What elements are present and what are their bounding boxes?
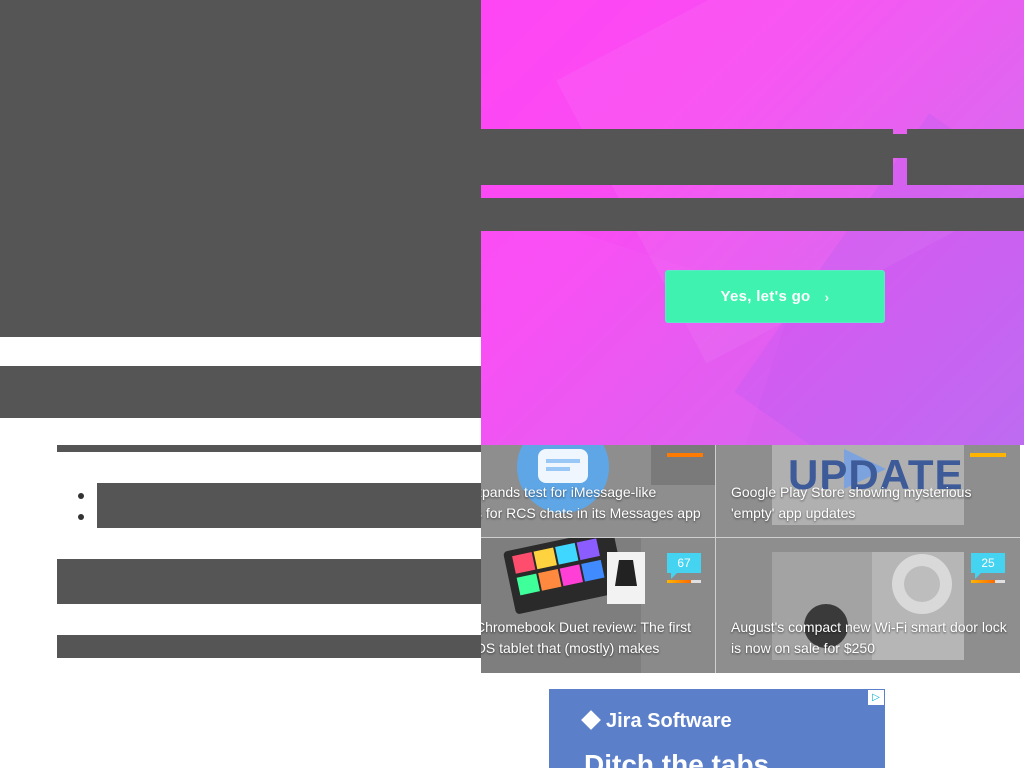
promo-banner: Yes, let's go › [481,0,1024,445]
ad-headline: Ditch the tabs [584,749,770,768]
cta-label: Yes, let's go [720,288,811,305]
article-title: xpands test for iMessage-like s for RCS … [481,484,701,521]
redacted-list [97,483,481,528]
redacted-headline [481,129,893,185]
redacted-text-line [57,635,481,658]
advertisement[interactable]: ▷ Jira Software Ditch the tabs [549,689,885,768]
article-card[interactable]: 25 August's compact new Wi-Fi smart door… [716,538,1020,673]
yes-lets-go-button[interactable]: Yes, let's go › [665,270,885,323]
comment-count-badge: 67 [667,553,701,579]
rating-bar [971,580,1005,583]
article-card[interactable]: UPDATE Google Play Store showing mysteri… [716,445,1020,537]
article-title: August's compact new Wi-Fi smart door lo… [731,619,1007,656]
redacted-headline [907,129,1024,185]
article-card[interactable]: xpands test for iMessage-like s for RCS … [481,445,715,537]
redacted-subheadline [481,198,1024,231]
chevron-right-icon: › [824,288,830,305]
bullet-icon [78,493,84,499]
jira-logo-icon [581,710,601,730]
article-title: Google Play Store showing mysterious 'em… [731,484,972,521]
rating-bar [667,580,701,583]
article-grid: xpands test for iMessage-like s for RCS … [481,445,1020,673]
bullet-icon [78,514,84,520]
redacted-headline [893,134,907,158]
adchoices-icon[interactable]: ▷ [868,690,884,705]
redacted-text-block [57,559,481,604]
comment-count-badge: 25 [971,553,1005,579]
article-title: Chromebook Duet review: The first OS tab… [481,619,692,656]
ad-brand: Jira Software [606,710,732,732]
redacted-block [0,0,481,337]
redacted-rule [57,445,481,452]
article-card[interactable]: 67 Chromebook Duet review: The first OS … [481,538,715,673]
redacted-band [0,366,481,418]
